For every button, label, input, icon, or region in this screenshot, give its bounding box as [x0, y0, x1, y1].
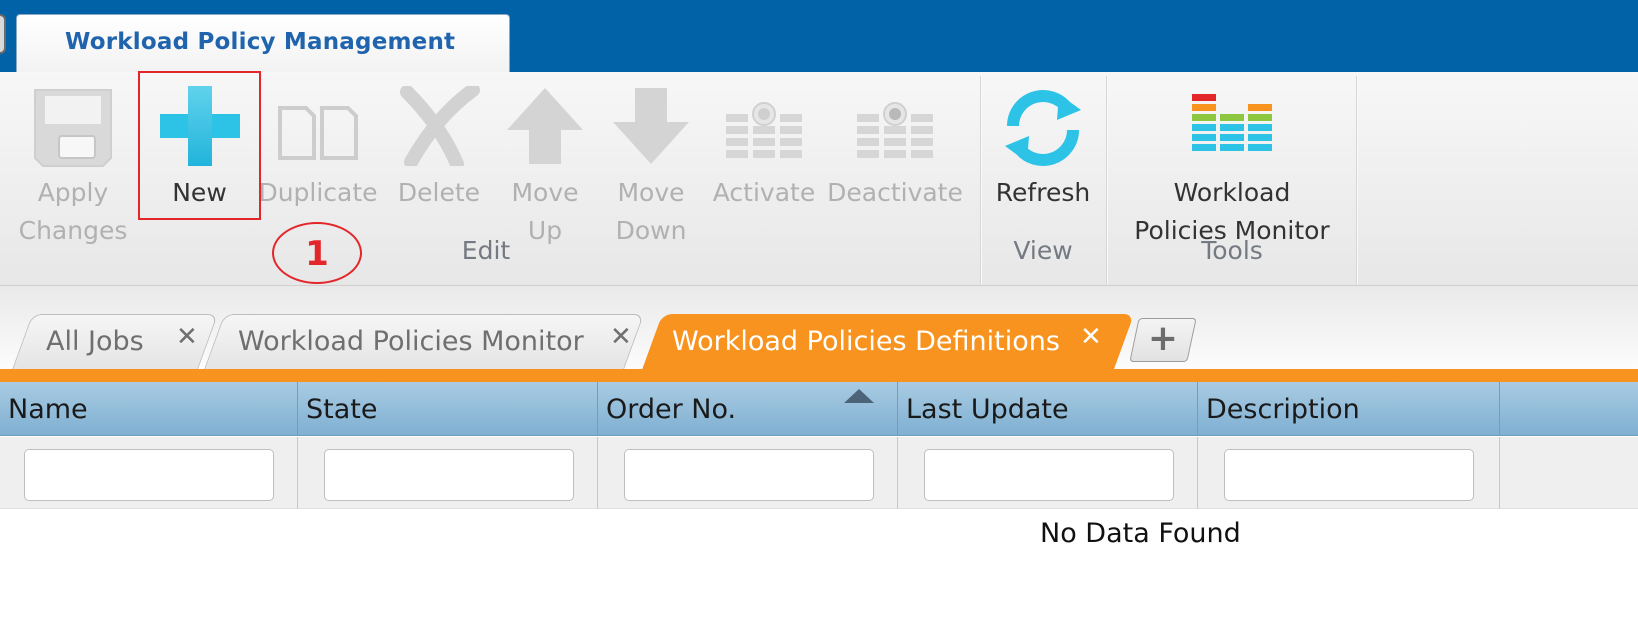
- ribbon-separator: [1106, 76, 1108, 284]
- column-label: Description: [1206, 394, 1360, 425]
- column-header-name[interactable]: Name: [0, 382, 298, 436]
- deactivate-icon: [857, 102, 933, 158]
- app-menu-button[interactable]: [0, 14, 6, 54]
- move-down-label: Move Down: [615, 178, 687, 245]
- arrow-down-icon: [613, 88, 689, 164]
- column-label: Name: [8, 394, 88, 425]
- top-bar: Workload Policy Management: [0, 0, 1638, 74]
- tab-all-jobs[interactable]: All Jobs ✕: [11, 314, 219, 370]
- duplicate-icon: [278, 106, 358, 160]
- column-header-state[interactable]: State: [298, 382, 598, 436]
- column-label: Last Update: [906, 394, 1069, 425]
- name-filter-input[interactable]: [24, 449, 274, 501]
- ribbon-separator: [1356, 76, 1358, 284]
- tab-label: All Jobs: [46, 326, 144, 357]
- column-header-description[interactable]: Description: [1198, 382, 1500, 436]
- delete-label: Delete: [397, 178, 481, 207]
- column-header-last-update[interactable]: Last Update: [898, 382, 1198, 436]
- move-down-button[interactable]: Move Down: [602, 78, 700, 245]
- app-title: Workload Policy Management: [65, 29, 456, 55]
- tab-workload-policies-definitions[interactable]: Workload Policies Definitions ✕: [641, 314, 1135, 370]
- close-icon[interactable]: ✕: [610, 322, 632, 352]
- duplicate-label: Duplicate: [258, 178, 378, 207]
- delete-button[interactable]: Delete: [386, 78, 492, 238]
- apply-changes-label: Apply Changes: [18, 178, 128, 245]
- edit-group-label: Edit: [461, 236, 511, 265]
- close-icon[interactable]: ✕: [176, 322, 198, 352]
- activate-label: Activate: [712, 178, 816, 207]
- filter-row: [0, 437, 1638, 509]
- refresh-icon: [1005, 90, 1081, 166]
- deactivate-label: Deactivate: [827, 178, 963, 207]
- refresh-button[interactable]: Refresh: [990, 78, 1096, 238]
- tab-label: Workload Policies Monitor: [238, 326, 584, 357]
- refresh-label: Refresh: [995, 178, 1091, 207]
- grid-header: Name State Order No. Last Update Descrip…: [0, 382, 1638, 436]
- plus-icon: +: [1147, 318, 1179, 359]
- new-button-highlight: [138, 71, 261, 220]
- tab-label: Workload Policies Definitions: [672, 326, 1060, 357]
- last-update-filter-input[interactable]: [924, 449, 1174, 501]
- sort-ascending-icon[interactable]: [844, 389, 874, 403]
- tab-underline: [0, 369, 1638, 382]
- delete-x-icon: [400, 86, 480, 166]
- apply-changes-button[interactable]: Apply Changes: [18, 78, 128, 245]
- column-label: State: [306, 394, 378, 425]
- deactivate-button[interactable]: Deactivate: [826, 78, 964, 238]
- state-filter-input[interactable]: [324, 449, 574, 501]
- save-icon: [34, 89, 112, 167]
- view-group-label: View: [1013, 236, 1073, 265]
- monitor-bars-icon: [1192, 94, 1272, 151]
- move-up-button[interactable]: Move Up: [496, 78, 594, 245]
- close-icon[interactable]: ✕: [1080, 322, 1102, 352]
- step-annotation: 1: [272, 222, 362, 284]
- step-number: 1: [305, 234, 329, 274]
- tools-group-label: Tools: [1201, 236, 1263, 265]
- tab-workload-policies-monitor[interactable]: Workload Policies Monitor ✕: [203, 314, 645, 370]
- duplicate-button[interactable]: Duplicate: [258, 78, 378, 238]
- ribbon-separator: [980, 76, 982, 284]
- column-label: Order No.: [606, 394, 737, 425]
- workload-policies-monitor-button[interactable]: Workload Policies Monitor: [1116, 78, 1348, 245]
- add-tab-button[interactable]: +: [1129, 318, 1197, 362]
- activate-button[interactable]: Activate: [708, 78, 820, 238]
- empty-message: No Data Found: [1040, 518, 1241, 549]
- activate-icon: [726, 102, 802, 158]
- arrow-up-icon: [507, 88, 583, 164]
- app-tab-workload-policy-management[interactable]: Workload Policy Management: [16, 14, 510, 74]
- order-no-filter-input[interactable]: [624, 449, 874, 501]
- description-filter-input[interactable]: [1224, 449, 1474, 501]
